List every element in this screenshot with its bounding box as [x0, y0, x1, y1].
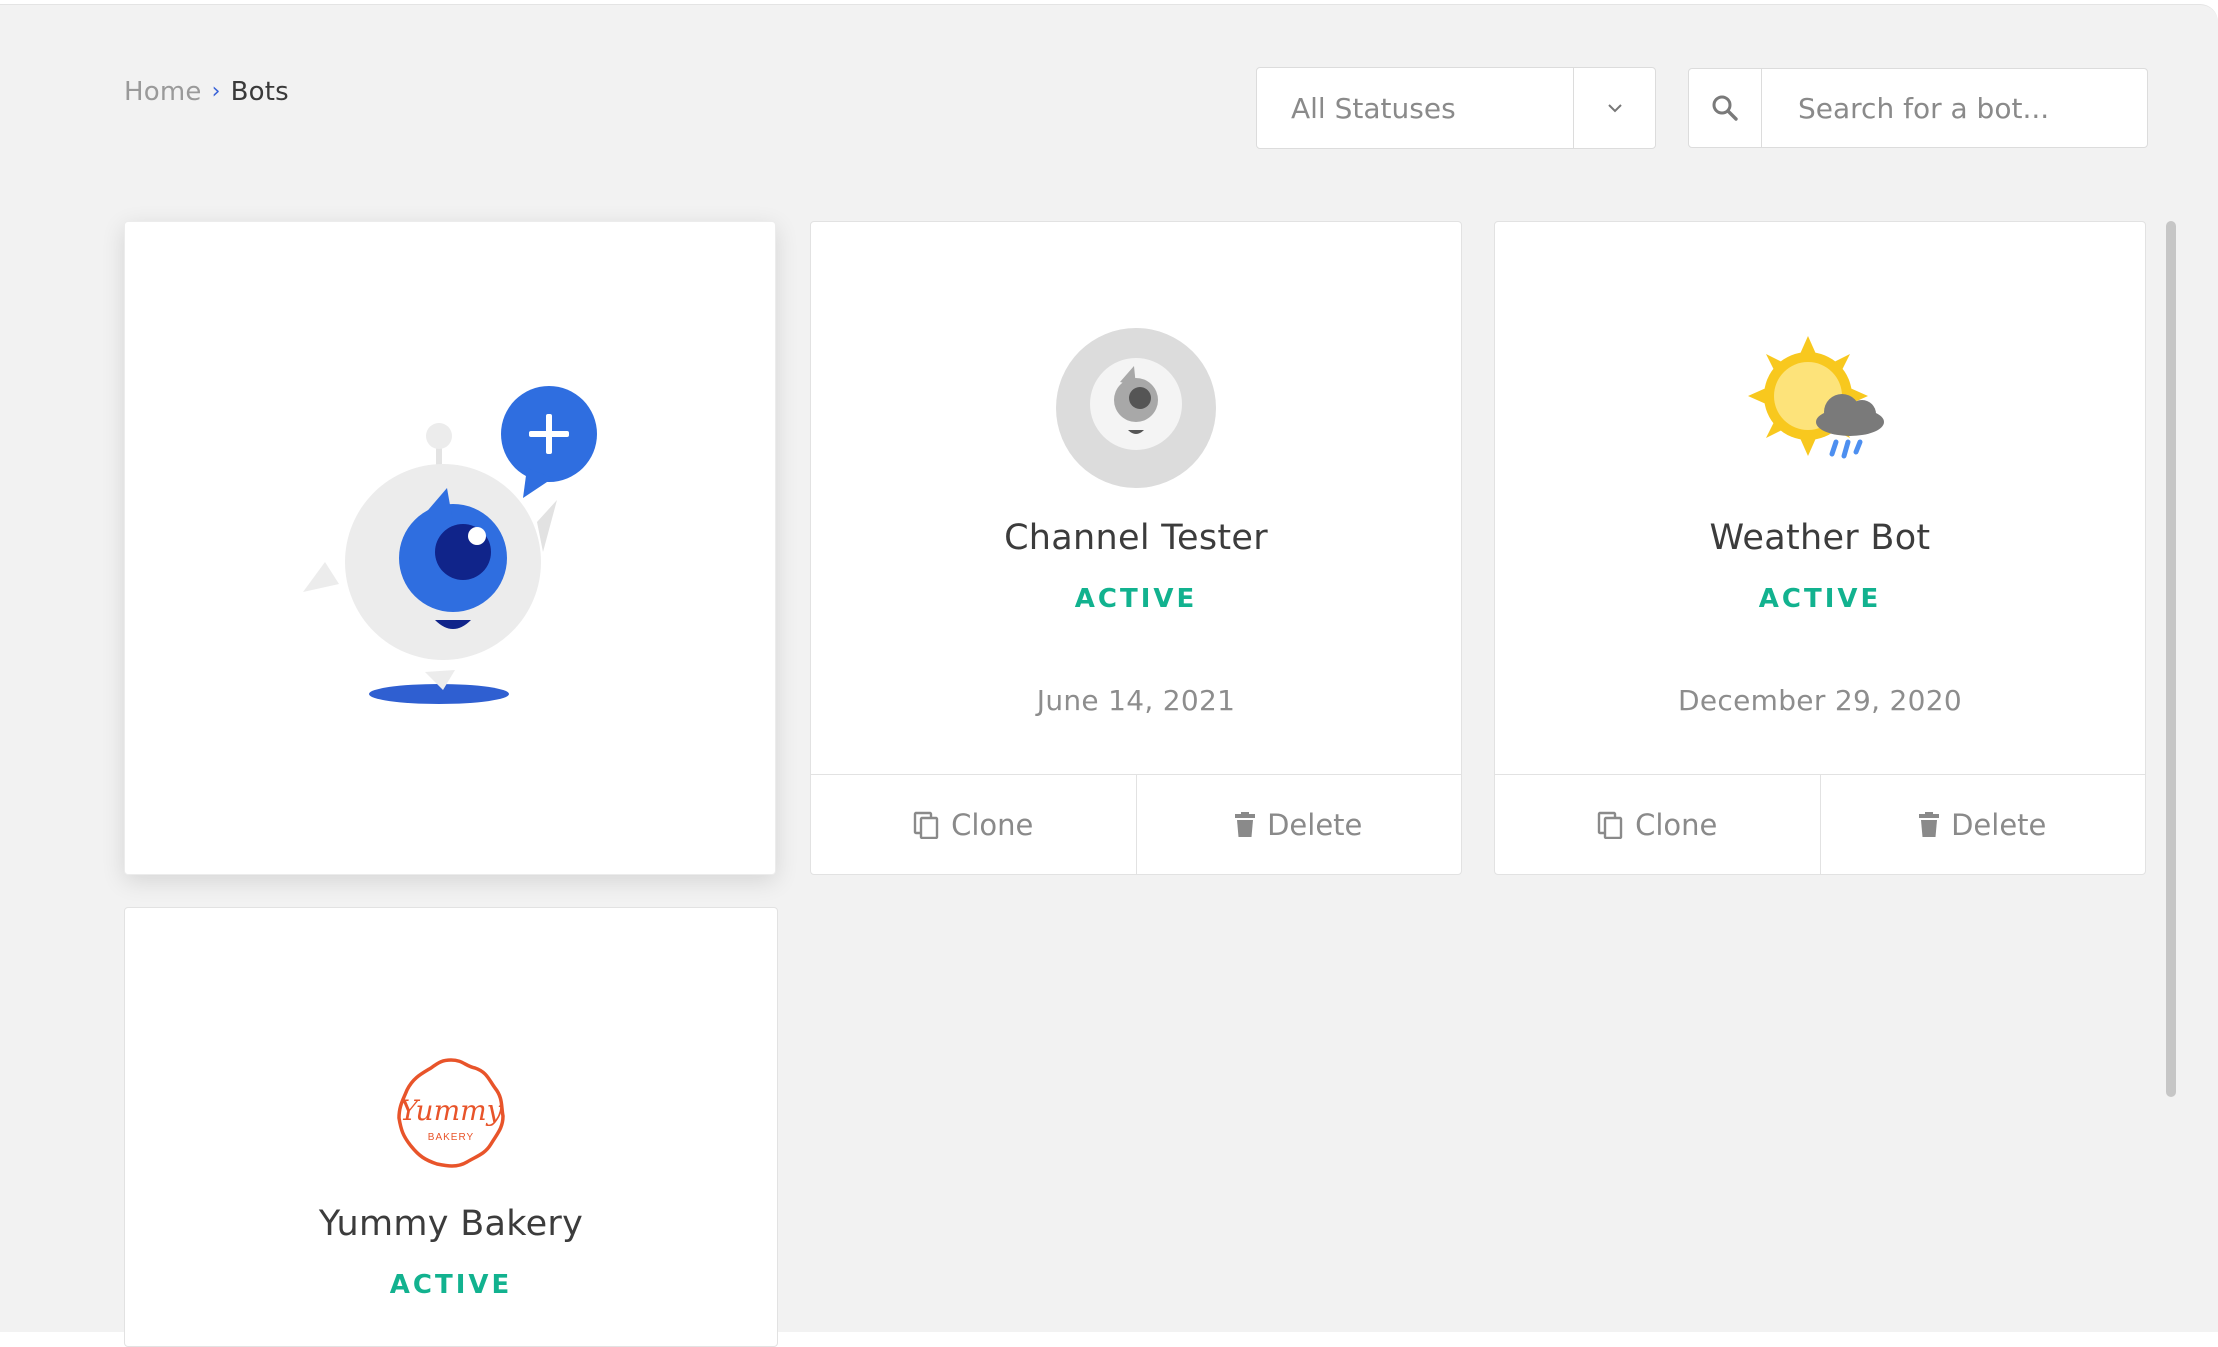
- clone-label: Clone: [951, 807, 1034, 842]
- copy-icon: [913, 811, 939, 839]
- status-filter-toggle[interactable]: [1573, 68, 1655, 148]
- status-filter-select[interactable]: All Statuses: [1256, 67, 1656, 149]
- trash-icon: [1235, 811, 1256, 837]
- bot-avatar: [1738, 326, 1902, 490]
- trash-icon: [1919, 811, 1940, 837]
- bot-avatar: [1054, 326, 1218, 490]
- bot-name[interactable]: Channel Tester: [811, 518, 1461, 558]
- bakery-logo-subtext: BAKERY: [428, 1132, 474, 1143]
- copy-icon: [1597, 811, 1623, 839]
- new-bot-card[interactable]: [124, 221, 776, 875]
- delete-label: Delete: [1267, 807, 1363, 842]
- bot-status-badge: ACTIVE: [389, 1270, 513, 1300]
- card-actions: Clone Delete: [811, 774, 1461, 874]
- app-frame: Home › Bots All Statuses Search for a bo…: [0, 4, 2218, 1347]
- search-box[interactable]: [1688, 68, 2148, 148]
- bot-card-channel-tester[interactable]: Channel Tester ACTIVE June 14, 2021 Clon…: [810, 221, 1462, 875]
- breadcrumb-separator: ›: [211, 78, 221, 104]
- bakery-logo-icon: Yummy BAKERY: [397, 1058, 505, 1168]
- search-button[interactable]: [1689, 69, 1762, 147]
- scrollbar-thumb[interactable]: [2166, 221, 2176, 1097]
- search-icon: [1712, 95, 1738, 121]
- eye-bot-icon: [1056, 328, 1216, 488]
- bot-card-yummy-bakery[interactable]: Yummy BAKERY Yummy Bakery ACTIVE: [124, 907, 778, 1347]
- breadcrumb-home-link[interactable]: Home: [124, 77, 202, 107]
- search-input[interactable]: [1762, 69, 2147, 147]
- breadcrumb-current: Bots: [230, 77, 289, 107]
- breadcrumb: Home › Bots: [124, 77, 289, 107]
- clone-button[interactable]: Clone: [1495, 775, 1820, 874]
- bakery-logo-text: Yummy: [399, 1094, 503, 1127]
- clone-label: Clone: [1635, 807, 1718, 842]
- delete-button[interactable]: Delete: [1135, 775, 1462, 874]
- bot-date: June 14, 2021: [1036, 684, 1236, 717]
- bot-name[interactable]: Weather Bot: [1495, 518, 2145, 558]
- chevron-down-icon: [1607, 104, 1622, 113]
- bot-date: December 29, 2020: [1678, 684, 1962, 717]
- bot-avatar: Yummy BAKERY: [369, 1032, 533, 1196]
- bot-card-weather-bot[interactable]: Weather Bot ACTIVE December 29, 2020 Clo…: [1494, 221, 2146, 875]
- status-filter-value: All Statuses: [1291, 91, 1456, 125]
- bot-status-badge: ACTIVE: [1074, 584, 1198, 614]
- weather-sun-cloud-icon: [1748, 336, 1884, 459]
- clone-button[interactable]: Clone: [811, 775, 1136, 874]
- bot-name[interactable]: Yummy Bakery: [125, 1204, 777, 1244]
- bot-status-badge: ACTIVE: [1758, 584, 1882, 614]
- new-bot-illustration-icon: [303, 386, 597, 704]
- delete-label: Delete: [1951, 807, 2047, 842]
- delete-button[interactable]: Delete: [1819, 775, 2146, 874]
- card-actions: Clone Delete: [1495, 774, 2145, 874]
